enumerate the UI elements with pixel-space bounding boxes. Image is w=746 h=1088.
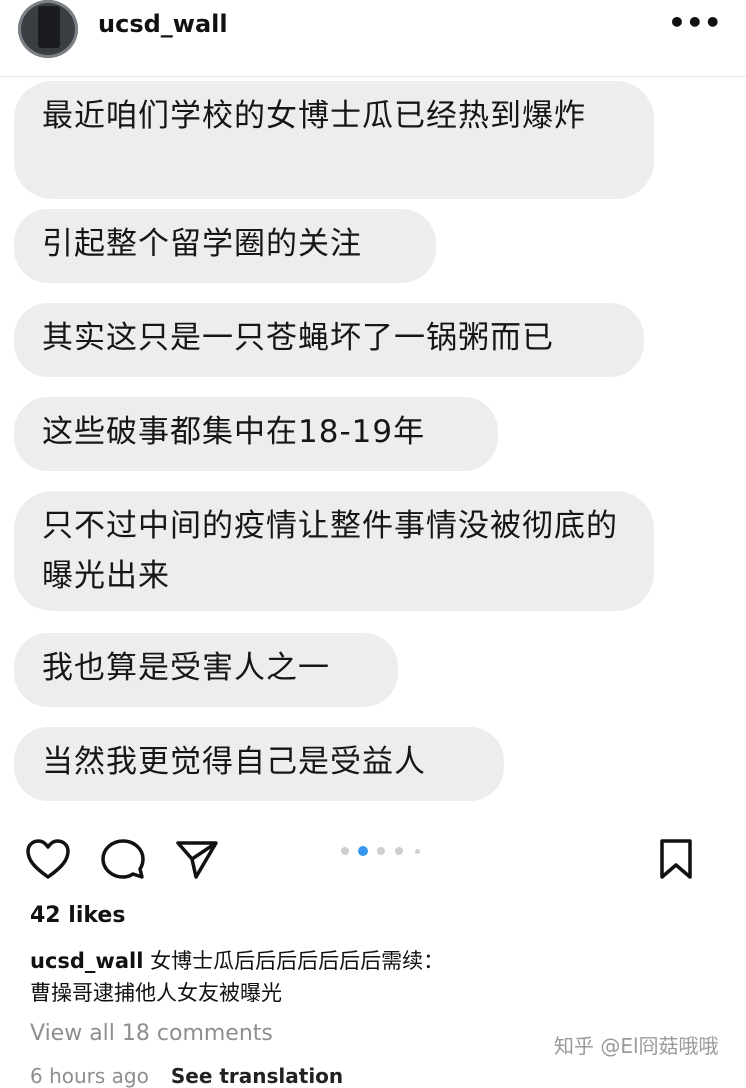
bookmark-icon[interactable] [658,837,694,881]
see-translation-link[interactable]: See translation [171,1064,343,1088]
timestamp: 6 hours ago [30,1064,149,1088]
carousel-dot [414,848,420,854]
caption-text: 女博士瓜后后后后后后后需续： [150,949,445,973]
view-all-comments-link[interactable]: View all 18 comments [30,1021,273,1046]
carousel-dot [395,847,403,855]
carousel-dot [377,847,385,855]
post-meta: 6 hours ago See translation [30,1064,343,1088]
send-icon[interactable] [174,837,220,881]
heart-icon[interactable] [24,837,72,881]
watermark: 知乎 @El冏菇哦哦 [554,1034,719,1058]
more-options-icon[interactable]: ••• [668,8,722,42]
chat-bubble: 当然我更觉得自己是受益人 [14,727,504,801]
action-bar [0,825,746,889]
avatar-image [38,6,60,48]
chat-bubble: 只不过中间的疫情让整件事情没被彻底的曝光出来 [14,491,654,611]
avatar[interactable] [18,0,78,58]
chat-bubble: 这些破事都集中在18-19年 [14,397,498,471]
caption-username[interactable]: ucsd_wall [30,949,143,973]
post-header: ucsd_wall ••• [0,0,746,77]
username[interactable]: ucsd_wall [98,10,228,38]
comment-icon[interactable] [100,837,146,881]
carousel-dot [358,846,368,856]
chat-bubble: 我也算是受害人之一 [14,633,398,707]
caption: ucsd_wall 女博士瓜后后后后后后后需续： 曹操哥逮捕他人女友被曝光 [30,945,590,1009]
chat-bubble: 其实这只是一只苍蝇坏了一锅粥而已 [14,303,644,377]
chat-bubble: 最近咱们学校的女博士瓜已经热到爆炸 [14,81,654,199]
chat-bubble: 引起整个留学圈的关注 [14,209,436,283]
post-image[interactable]: 最近咱们学校的女博士瓜已经热到爆炸 引起整个留学圈的关注 其实这只是一只苍蝇坏了… [0,77,746,815]
caption-text-line2: 曹操哥逮捕他人女友被曝光 [30,981,282,1005]
carousel-dot [341,847,349,855]
like-count[interactable]: 42 likes [30,903,125,928]
